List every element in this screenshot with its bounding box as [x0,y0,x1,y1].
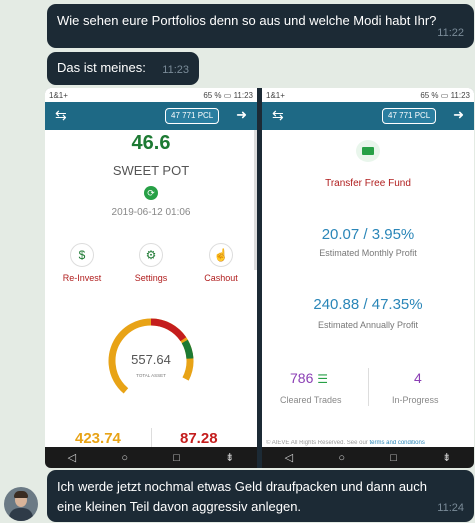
message-text: Wie sehen eure Portfolios denn so aus un… [57,13,437,28]
transfer-free-fund-label[interactable]: Transfer Free Fund [262,178,474,189]
gauge-label: TOTAL ASSET [136,373,166,378]
settings-label: Settings [134,273,168,283]
app-bar: ⇆ 47 771 PCL ➜ [45,102,257,130]
annual-profit-value: 240.88 / 47.35% [313,296,423,313]
recents-icon[interactable]: □ [390,452,397,464]
stat-left-value: 423.74 [75,430,121,447]
monthly-profit-value: 20.07 / 3.95% [321,226,415,243]
pot-name: SWEET POT [112,163,190,178]
message-bubble: Wie sehen eure Portfolios denn so aus un… [47,4,474,48]
notification-pull-icon[interactable]: ⇟ [442,451,451,464]
in-progress-label: In-Progress [392,395,439,405]
android-navbar: ◁ ○ □ ⇟ [45,447,257,468]
gears-icon: ⚙ [139,243,163,267]
footer-note: © AIEVE All Rights Reserved. See our ter… [266,440,425,446]
home-icon[interactable]: ○ [121,452,128,464]
cashout-label: Cashout [204,273,238,283]
dollar-icon: $ [70,243,94,267]
swap-icon[interactable]: ⇆ [272,108,284,122]
message-time: 11:22 [437,27,464,39]
stat-divider [368,368,369,406]
scrollbar[interactable] [254,130,257,270]
reinvest-button[interactable]: $ Re-Invest [51,243,113,283]
message-bubble: Das ist meines: 11:23 [47,52,199,85]
back-icon[interactable]: ◁ [285,451,293,464]
stat-right-value: 87.28 [180,430,218,447]
logout-icon[interactable]: ➜ [453,107,464,123]
back-icon[interactable]: ◁ [68,451,76,464]
battery-label: 65 % [203,90,222,100]
in-progress-value: 4 [414,370,422,386]
refresh-icon[interactable]: ⟳ [144,186,158,200]
carrier-label: 1&1+ [266,90,285,100]
carrier-label: 1&1+ [49,90,68,100]
battery-label: 65 % [420,90,439,100]
phone-screenshot-portfolio: 1&1+ 65 % ▭ 11:23 ⇆ 47 771 PCL ➜ 46.6 SW… [45,88,257,468]
user-avatar[interactable] [4,487,38,521]
message-bubble: Ich werde jetzt nochmal etwas Geld drauf… [47,470,474,522]
cleared-trades-value: 786 ☰ [290,370,329,386]
portfolio-screen: 46.6 SWEET POT ⟳ 2019-06-12 01:06 $ Re-I… [45,130,257,447]
notification-pull-icon[interactable]: ⇟ [225,451,234,464]
message-text: Ich werde jetzt nochmal etwas Geld drauf… [57,479,428,514]
pot-value: 46.6 [131,132,171,154]
phone-screenshot-stats: 1&1+ 65 % ▭ 11:23 ⇆ 47 771 PCL ➜ Transfe… [262,88,474,468]
phone-statusbar: 1&1+ 65 % ▭ 11:23 [45,88,257,102]
recents-icon[interactable]: □ [173,452,180,464]
balance-badge[interactable]: 47 771 PCL [165,108,220,124]
clock-label: 11:23 [233,90,253,100]
message-image[interactable]: 1&1+ 65 % ▭ 11:23 ⇆ 47 771 PCL ➜ 46.6 SW… [45,88,474,468]
annual-profit-label: Estimated Annually Profit [317,320,419,330]
pot-date: 2019-06-12 01:06 [111,207,191,218]
stats-screen: Transfer Free Fund 20.07 / 3.95% Estimat… [262,130,474,447]
hand-pointer-icon: ☝ [209,243,233,267]
balance-badge[interactable]: 47 771 PCL [382,108,437,124]
money-icon[interactable] [356,140,380,162]
app-bar: ⇆ 47 771 PCL ➜ [262,102,474,130]
settings-button[interactable]: ⚙ Settings [120,243,182,283]
swap-icon[interactable]: ⇆ [55,108,67,122]
logout-icon[interactable]: ➜ [236,107,247,123]
android-navbar: ◁ ○ □ ⇟ [262,447,474,468]
reinvest-label: Re-Invest [62,273,102,283]
terms-link[interactable]: terms and conditions [369,440,424,446]
clock-label: 11:23 [450,90,470,100]
gauge-value: 557.64 [131,352,171,367]
home-icon[interactable]: ○ [338,452,345,464]
message-time: 11:24 [437,502,464,514]
phone-statusbar: 1&1+ 65 % ▭ 11:23 [262,88,474,102]
monthly-profit-label: Estimated Monthly Profit [319,248,417,258]
cashout-button[interactable]: ☝ Cashout [190,243,252,283]
cleared-trades-label: Cleared Trades [280,395,342,405]
total-asset-gauge: 557.64 TOTAL ASSET [108,318,194,404]
stat-divider [151,428,152,447]
list-icon: ☰ [317,372,329,386]
message-time: 11:23 [162,64,189,76]
